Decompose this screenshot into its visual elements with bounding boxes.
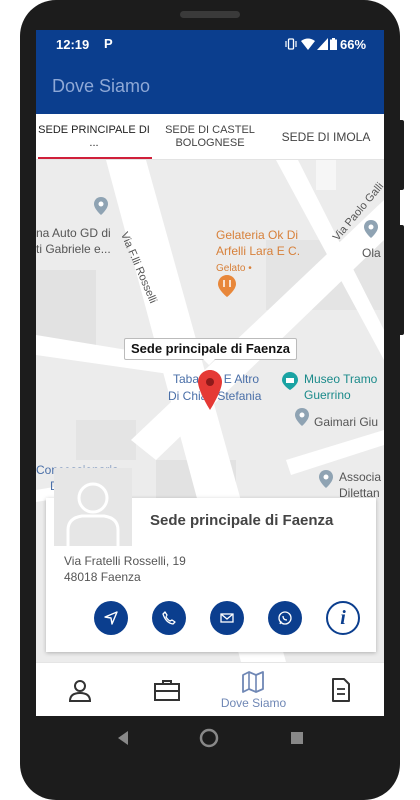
volume-button <box>398 120 404 190</box>
power-button <box>398 225 404 335</box>
poi-pin-icon <box>319 470 333 488</box>
battery-icon <box>330 38 337 50</box>
battery-percentage: 66% <box>340 37 367 52</box>
poi-gaimari: Gaimari Giu <box>314 415 379 429</box>
poi-ola: Ola <box>362 246 381 260</box>
poi-gelateria: Gelateria Ok Di <box>216 228 299 242</box>
speaker-grille <box>180 11 240 18</box>
nav-dove-siamo-label: Dove Siamo <box>220 696 287 710</box>
poi-museo-line2: Guerrino <box>304 388 351 402</box>
document-icon <box>331 678 350 702</box>
avatar <box>54 468 132 546</box>
poi-auto-gd: na Auto GD di <box>36 226 111 240</box>
poi-gelateria-line2: Arfelli Lara E C. <box>216 244 301 258</box>
system-navigation <box>36 716 384 760</box>
screen: 12:19 P 66% Dove Siamo SEDE PRINCIPALE D… <box>36 30 384 716</box>
location-tabs: SEDE PRINCIPALE DI ... SEDE DI CASTEL BO… <box>36 114 384 160</box>
directions-icon <box>104 611 118 625</box>
recents-icon[interactable] <box>290 731 304 745</box>
person-placeholder-icon <box>54 468 132 546</box>
call-button[interactable] <box>152 601 186 635</box>
poi-associa: Associa <box>339 470 382 484</box>
address-city: 48018 Faenza <box>64 570 141 584</box>
email-button[interactable] <box>210 601 244 635</box>
info-icon: i <box>340 606 346 629</box>
museum-pin-icon <box>282 372 298 390</box>
email-icon <box>220 613 234 623</box>
nav-services[interactable] <box>123 663 210 716</box>
location-card: Sede principale di Faenza Via Fratelli R… <box>46 468 376 652</box>
poi-pin-icon <box>94 197 108 215</box>
address-street: Via Fratelli Rosselli, 19 <box>64 554 186 568</box>
location-marker-icon[interactable] <box>198 370 222 410</box>
info-button[interactable]: i <box>326 601 360 635</box>
status-time: 12:19 <box>56 37 90 52</box>
vibrate-icon <box>285 38 297 50</box>
person-icon <box>68 680 91 702</box>
phone-frame: 12:19 P 66% Dove Siamo SEDE PRINCIPALE D… <box>0 0 420 800</box>
active-tab-indicator <box>38 157 152 159</box>
poi-auto-gd-line2: ti Gabriele e... <box>36 242 111 256</box>
nav-documents[interactable] <box>297 663 384 716</box>
directions-button[interactable] <box>94 601 128 635</box>
status-bar: 12:19 P 66% <box>36 30 384 58</box>
poi-museo: Museo Tramo <box>304 372 378 386</box>
parking-notification-icon: P <box>104 36 113 51</box>
home-icon[interactable] <box>199 728 219 748</box>
contact-actions: i <box>94 601 368 635</box>
page-title: Dove Siamo <box>52 76 151 96</box>
tab-sede-castel-bolognese[interactable]: SEDE DI CASTEL BOLOGNESE <box>152 114 268 160</box>
tab-sede-principale[interactable]: SEDE PRINCIPALE DI ... <box>36 114 152 160</box>
poi-pin-icon <box>295 408 309 426</box>
phone-icon <box>162 611 176 625</box>
briefcase-icon <box>153 680 180 701</box>
tab-sede-imola[interactable]: SEDE DI IMOLA <box>268 114 384 160</box>
nav-dove-siamo[interactable]: Dove Siamo <box>210 663 297 716</box>
nav-profile[interactable] <box>36 663 123 716</box>
signal-icon <box>317 38 328 50</box>
poi-gelateria-category: Gelato • <box>216 263 252 274</box>
marker-callout[interactable]: Sede principale di Faenza <box>124 338 297 365</box>
back-icon[interactable] <box>116 730 130 746</box>
map-icon <box>241 671 264 693</box>
bottom-navigation: Dove Siamo <box>36 662 384 716</box>
restaurant-pin-icon <box>218 275 236 297</box>
location-name: Sede principale di Faenza <box>150 512 334 529</box>
whatsapp-button[interactable] <box>268 601 302 635</box>
poi-pin-icon <box>364 220 378 238</box>
map-view[interactable]: Via F.lli Rosselli Via Paolo Galli na Au… <box>36 160 384 662</box>
app-bar: Dove Siamo <box>36 58 384 114</box>
whatsapp-icon <box>278 611 292 625</box>
wifi-icon <box>301 38 315 50</box>
